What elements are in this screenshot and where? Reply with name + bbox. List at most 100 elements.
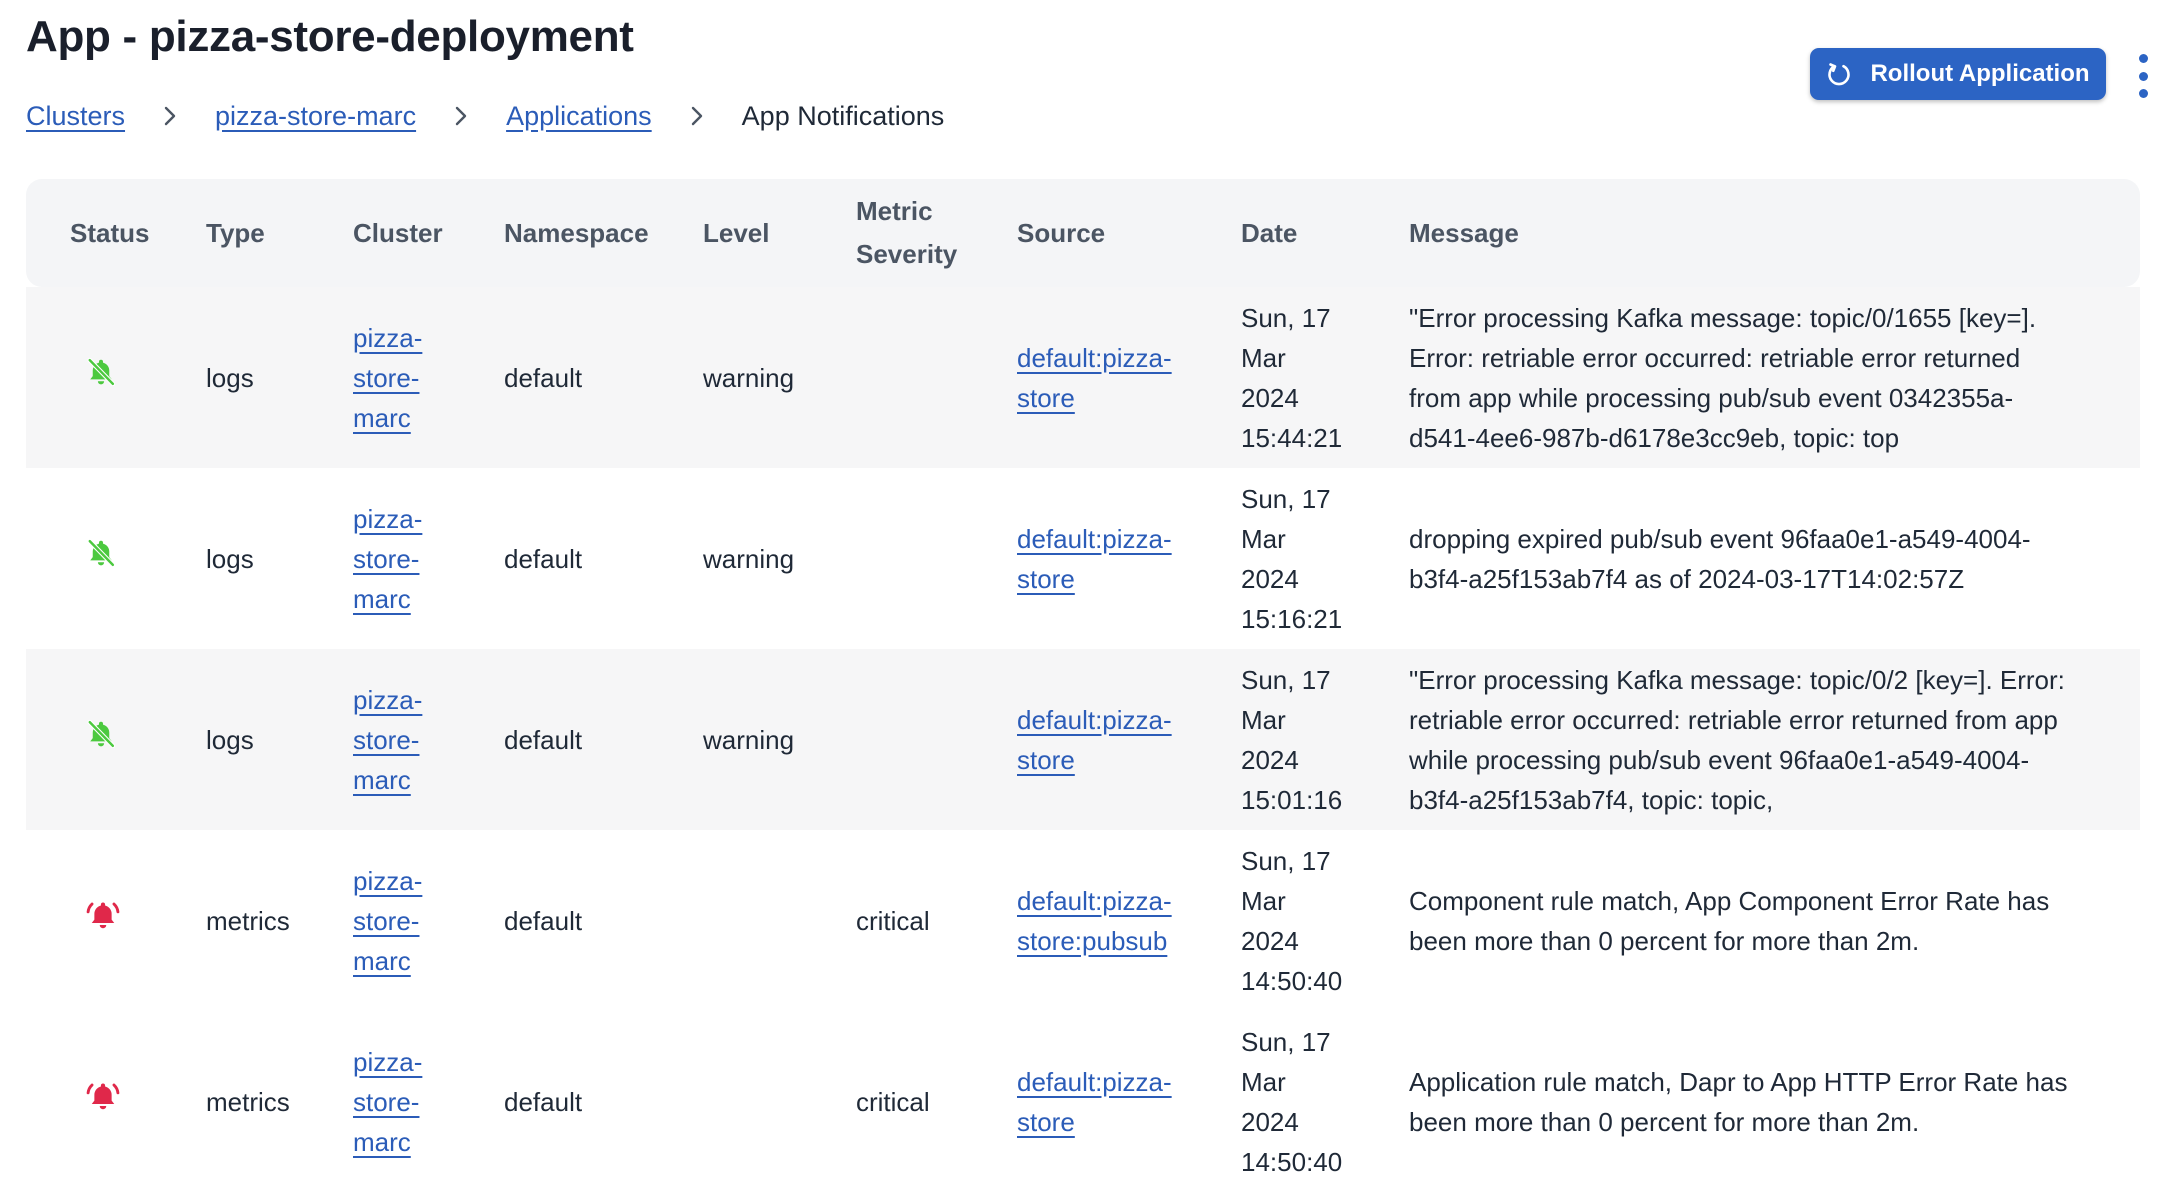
date-line: Sun, 17 [1241,483,1331,514]
metric-severity-cell [812,287,973,468]
date-line: Sun, 17 [1241,1026,1331,1057]
type-value: metrics [206,1086,290,1117]
message-line: b3f4-a25f153ab7f4, topic: topic, [1409,784,1774,815]
header-metric-severity[interactable]: Metric Severity [812,179,973,287]
header-date[interactable]: Date [1197,179,1365,287]
namespace-value: default [504,724,583,755]
message-cell: dropping expired pub/sub event 96faa0e1-… [1365,468,2140,649]
cluster-link[interactable]: pizza- store- marc [353,680,460,800]
type-cell: logs [162,287,309,468]
namespace-value: default [504,543,583,574]
date-line: 14:50:40 [1241,965,1343,996]
status-cell [26,830,162,1011]
level-cell [659,830,812,1011]
date-line: 2024 [1241,563,1299,594]
type-value: logs [206,543,254,574]
cluster-cell: pizza- store- marc [309,830,460,1011]
metric-severity-cell [812,468,973,649]
source-cell: default:pizza- store:pubsub [973,830,1197,1011]
status-cell [26,468,162,649]
source-link[interactable]: default:pizza- store [1017,519,1197,599]
breadcrumb-clusters[interactable]: Clusters [26,101,125,132]
date-line: Mar [1241,1066,1286,1097]
cluster-link[interactable]: pizza- store- marc [353,1042,460,1162]
rollout-application-label: Rollout Application [1870,60,2090,87]
header-cluster[interactable]: Cluster [309,179,460,287]
message-line: been more than 0 percent for more than 2… [1409,1106,1920,1137]
cluster-cell: pizza- store- marc [309,649,460,830]
namespace-cell: default [460,287,659,468]
table-row: logs pizza- store- marc default warning … [26,468,2140,649]
metric-severity-cell: critical [812,1011,973,1192]
level-cell [659,1011,812,1192]
source-link[interactable]: default:pizza- store [1017,1062,1197,1142]
message-line: while processing pub/sub event 96faa0e1-… [1409,744,2030,775]
metric-severity-value: critical [856,1086,930,1117]
cluster-link[interactable]: pizza- store- marc [353,499,460,619]
date-line: 2024 [1241,382,1299,413]
chevron-right-icon [163,105,177,127]
cluster-link[interactable]: pizza- store- marc [353,318,460,438]
cluster-link[interactable]: pizza- store- marc [353,861,460,981]
date-line: 15:16:21 [1241,603,1343,634]
type-cell: logs [162,649,309,830]
table-row: metrics pizza- store- marc default criti… [26,830,2140,1011]
date-cell: Sun, 17 Mar 2024 14:50:40 [1197,830,1365,1011]
message-line: "Error processing Kafka message: topic/0… [1409,664,2065,695]
header-namespace[interactable]: Namespace [460,179,659,287]
breadcrumb-current: App Notifications [741,100,945,131]
cluster-cell: pizza- store- marc [309,1011,460,1192]
message-line: "Error processing Kafka message: topic/0… [1409,302,2037,333]
type-value: logs [206,724,254,755]
date-line: Mar [1241,523,1286,554]
message-cell: Component rule match, App Component Erro… [1365,830,2140,1011]
bell-off-icon [86,357,116,393]
date-cell: Sun, 17 Mar 2024 15:01:16 [1197,649,1365,830]
bell-ringing-icon [86,1083,120,1118]
cluster-cell: pizza- store- marc [309,287,460,468]
source-link[interactable]: default:pizza- store [1017,700,1197,780]
header-type[interactable]: Type [162,179,309,287]
level-value: warning [703,724,795,755]
more-options-icon[interactable] [2128,54,2158,98]
header-status[interactable]: Status [26,179,162,287]
namespace-value: default [504,905,583,936]
type-value: metrics [206,905,290,936]
date-line: Sun, 17 [1241,664,1331,695]
source-link[interactable]: default:pizza- store [1017,338,1197,418]
date-line: Mar [1241,704,1286,735]
breadcrumb-cluster[interactable]: pizza-store-marc [215,101,416,132]
message-line: from app while processing pub/sub event … [1409,382,2014,413]
notifications-table: Status Type Cluster Namespace Level Metr… [26,179,2140,1192]
type-cell: metrics [162,1011,309,1192]
metric-severity-value: critical [856,905,930,936]
status-cell [26,1011,162,1192]
message-cell: Application rule match, Dapr to App HTTP… [1365,1011,2140,1192]
date-line: Mar [1241,342,1286,373]
message-line: d541-4ee6-987b-d6178e3cc9eb, topic: top [1409,422,1900,453]
level-value: warning [703,543,795,574]
metric-severity-cell: critical [812,830,973,1011]
message-line: retriable error occurred: retriable erro… [1409,704,2058,735]
date-line: Sun, 17 [1241,845,1331,876]
status-cell [26,649,162,830]
breadcrumb: Clusters pizza-store-marc Applications A… [26,96,944,136]
namespace-value: default [504,1086,583,1117]
rollout-application-button[interactable]: Rollout Application [1810,48,2106,100]
header-message[interactable]: Message [1365,179,2140,287]
cluster-cell: pizza- store- marc [309,468,460,649]
message-line: Application rule match, Dapr to App HTTP… [1409,1066,2068,1097]
date-line: 15:01:16 [1241,784,1343,815]
message-line: dropping expired pub/sub event 96faa0e1-… [1409,523,2031,554]
message-line: been more than 0 percent for more than 2… [1409,925,1920,956]
header-source[interactable]: Source [973,179,1197,287]
date-cell: Sun, 17 Mar 2024 15:44:21 [1197,287,1365,468]
date-line: Sun, 17 [1241,302,1331,333]
date-cell: Sun, 17 Mar 2024 14:50:40 [1197,1011,1365,1192]
header-level[interactable]: Level [659,179,812,287]
level-cell: warning [659,649,812,830]
source-link[interactable]: default:pizza- store:pubsub [1017,881,1197,961]
namespace-cell: default [460,830,659,1011]
bell-off-icon [86,538,116,574]
breadcrumb-applications[interactable]: Applications [506,101,652,132]
